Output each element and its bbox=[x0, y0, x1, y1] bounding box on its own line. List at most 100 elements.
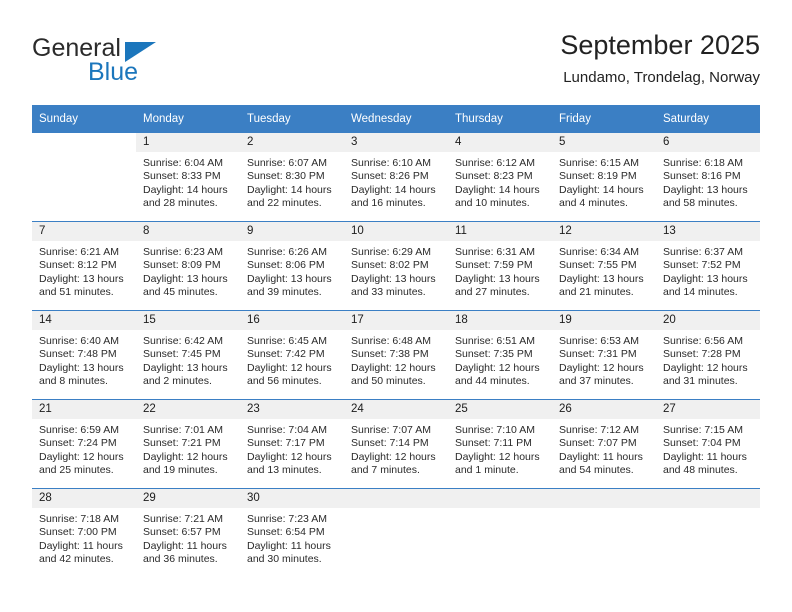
day-number: 23 bbox=[240, 400, 344, 419]
day-sun-info: Sunrise: 6:48 AM Sunset: 7:38 PM Daylight:… bbox=[344, 330, 448, 389]
calendar-day-cell[interactable]: 13 Sunrise: 6:37 AM Sunset: 7:52 PM Dayligh… bbox=[656, 222, 760, 310]
day-sun-info: Sunrise: 6:15 AM Sunset: 8:19 PM Daylight:… bbox=[552, 152, 656, 211]
sunrise-text: Sunrise: 6:21 AM bbox=[39, 246, 119, 258]
daylight-text-line1: Daylight: 12 hours bbox=[247, 361, 332, 374]
calendar-week-row: 21 Sunrise: 6:59 AM Sunset: 7:24 PM Dayligh… bbox=[32, 399, 760, 489]
day-number: 8 bbox=[136, 222, 240, 241]
calendar-day-cell[interactable]: 2 Sunrise: 6:07 AM Sunset: 8:30 PM Daylight… bbox=[240, 133, 344, 221]
calendar-day-cell[interactable]: 30 Sunrise: 7:23 AM Sunset: 6:54 PM Dayligh… bbox=[240, 489, 344, 577]
sunset-text: Sunset: 7:00 PM bbox=[39, 526, 117, 539]
calendar-day-cell[interactable]: 27 Sunrise: 7:15 AM Sunset: 7:04 PM Dayligh… bbox=[656, 400, 760, 488]
weekday-header-thursday: Thursday bbox=[448, 105, 552, 133]
calendar-day-cell[interactable]: 26 Sunrise: 7:12 AM Sunset: 7:07 PM Dayligh… bbox=[552, 400, 656, 488]
day-sun-info: Sunrise: 7:21 AM Sunset: 6:57 PM Daylight:… bbox=[136, 508, 240, 567]
daylight-text-line2: and 1 minute. bbox=[455, 464, 519, 477]
sunset-text: Sunset: 6:54 PM bbox=[247, 526, 325, 539]
daylight-text-line2: and 30 minutes. bbox=[247, 553, 322, 566]
calendar-day-cell[interactable]: 29 Sunrise: 7:21 AM Sunset: 6:57 PM Dayligh… bbox=[136, 489, 240, 577]
daylight-text-line2: and 25 minutes. bbox=[39, 464, 114, 477]
calendar-day-cell[interactable]: 3 Sunrise: 6:10 AM Sunset: 8:26 PM Daylight… bbox=[344, 133, 448, 221]
calendar-day-cell[interactable]: 8 Sunrise: 6:23 AM Sunset: 8:09 PM Daylight… bbox=[136, 222, 240, 310]
calendar-day-cell[interactable]: 9 Sunrise: 6:26 AM Sunset: 8:06 PM Daylight… bbox=[240, 222, 344, 310]
calendar-day-cell[interactable]: 18 Sunrise: 6:51 AM Sunset: 7:35 PM Dayligh… bbox=[448, 311, 552, 399]
daylight-text-line2: and 31 minutes. bbox=[663, 375, 738, 388]
day-number bbox=[344, 489, 448, 508]
calendar-day-cell[interactable]: 25 Sunrise: 7:10 AM Sunset: 7:11 PM Dayligh… bbox=[448, 400, 552, 488]
title-block: September 2025 Lundamo, Trondelag, Norwa… bbox=[560, 28, 760, 89]
day-number bbox=[32, 133, 136, 152]
daylight-text-line2: and 19 minutes. bbox=[143, 464, 218, 477]
sunrise-text: Sunrise: 6:15 AM bbox=[559, 157, 639, 169]
calendar-day-cell[interactable]: 24 Sunrise: 7:07 AM Sunset: 7:14 PM Dayligh… bbox=[344, 400, 448, 488]
calendar-day-cell[interactable]: 12 Sunrise: 6:34 AM Sunset: 7:55 PM Dayligh… bbox=[552, 222, 656, 310]
day-number: 3 bbox=[344, 133, 448, 152]
day-number: 20 bbox=[656, 311, 760, 330]
daylight-text-line2: and 51 minutes. bbox=[39, 286, 114, 299]
calendar-day-cell[interactable]: 1 Sunrise: 6:04 AM Sunset: 8:33 PM Daylight… bbox=[136, 133, 240, 221]
sunset-text: Sunset: 7:35 PM bbox=[455, 348, 533, 361]
calendar-empty-cell bbox=[344, 489, 448, 577]
calendar-day-cell[interactable]: 15 Sunrise: 6:42 AM Sunset: 7:45 PM Dayligh… bbox=[136, 311, 240, 399]
calendar-empty-cell bbox=[552, 489, 656, 577]
sunset-text: Sunset: 7:31 PM bbox=[559, 348, 637, 361]
daylight-text-line1: Daylight: 11 hours bbox=[247, 539, 331, 552]
calendar-day-cell[interactable]: 19 Sunrise: 6:53 AM Sunset: 7:31 PM Dayligh… bbox=[552, 311, 656, 399]
daylight-text-line1: Daylight: 13 hours bbox=[39, 361, 124, 374]
daylight-text-line2: and 58 minutes. bbox=[663, 197, 738, 210]
day-sun-info: Sunrise: 6:45 AM Sunset: 7:42 PM Daylight:… bbox=[240, 330, 344, 389]
calendar-day-cell[interactable]: 17 Sunrise: 6:48 AM Sunset: 7:38 PM Dayligh… bbox=[344, 311, 448, 399]
day-number: 2 bbox=[240, 133, 344, 152]
day-sun-info: Sunrise: 6:26 AM Sunset: 8:06 PM Daylight:… bbox=[240, 241, 344, 300]
day-number: 1 bbox=[136, 133, 240, 152]
daylight-text-line1: Daylight: 12 hours bbox=[247, 450, 332, 463]
calendar-day-cell[interactable]: 21 Sunrise: 6:59 AM Sunset: 7:24 PM Dayligh… bbox=[32, 400, 136, 488]
calendar-day-cell[interactable]: 4 Sunrise: 6:12 AM Sunset: 8:23 PM Daylight… bbox=[448, 133, 552, 221]
daylight-text-line2: and 33 minutes. bbox=[351, 286, 426, 299]
calendar-day-cell[interactable]: 28 Sunrise: 7:18 AM Sunset: 7:00 PM Dayligh… bbox=[32, 489, 136, 577]
daylight-text-line1: Daylight: 14 hours bbox=[247, 183, 332, 196]
daylight-text-line2: and 22 minutes. bbox=[247, 197, 322, 210]
day-sun-info: Sunrise: 7:18 AM Sunset: 7:00 PM Daylight:… bbox=[32, 508, 136, 567]
page-subtitle: Lundamo, Trondelag, Norway bbox=[563, 69, 760, 86]
calendar-body: 1 Sunrise: 6:04 AM Sunset: 8:33 PM Daylight… bbox=[32, 133, 760, 577]
calendar-week-row: 14 Sunrise: 6:40 AM Sunset: 7:48 PM Dayligh… bbox=[32, 310, 760, 400]
sunrise-text: Sunrise: 6:31 AM bbox=[455, 246, 535, 258]
daylight-text-line1: Daylight: 13 hours bbox=[143, 272, 228, 285]
calendar-day-cell[interactable]: 6 Sunrise: 6:18 AM Sunset: 8:16 PM Daylight… bbox=[656, 133, 760, 221]
daylight-text-line1: Daylight: 12 hours bbox=[559, 361, 644, 374]
day-number: 4 bbox=[448, 133, 552, 152]
day-sun-info: Sunrise: 7:15 AM Sunset: 7:04 PM Daylight:… bbox=[656, 419, 760, 478]
sunset-text: Sunset: 7:45 PM bbox=[143, 348, 221, 361]
sunrise-text: Sunrise: 7:04 AM bbox=[247, 424, 327, 436]
daylight-text-line2: and 14 minutes. bbox=[663, 286, 738, 299]
calendar-day-cell[interactable]: 23 Sunrise: 7:04 AM Sunset: 7:17 PM Dayligh… bbox=[240, 400, 344, 488]
sunrise-text: Sunrise: 6:04 AM bbox=[143, 157, 223, 169]
sunset-text: Sunset: 7:21 PM bbox=[143, 437, 221, 450]
page-title: September 2025 bbox=[560, 30, 760, 60]
calendar-day-cell[interactable]: 11 Sunrise: 6:31 AM Sunset: 7:59 PM Dayligh… bbox=[448, 222, 552, 310]
day-number: 28 bbox=[32, 489, 136, 508]
calendar-day-cell[interactable]: 20 Sunrise: 6:56 AM Sunset: 7:28 PM Dayligh… bbox=[656, 311, 760, 399]
calendar-empty-cell bbox=[656, 489, 760, 577]
calendar-day-cell[interactable]: 7 Sunrise: 6:21 AM Sunset: 8:12 PM Daylight… bbox=[32, 222, 136, 310]
day-number: 19 bbox=[552, 311, 656, 330]
calendar-day-cell[interactable]: 16 Sunrise: 6:45 AM Sunset: 7:42 PM Dayligh… bbox=[240, 311, 344, 399]
calendar-day-cell[interactable]: 5 Sunrise: 6:15 AM Sunset: 8:19 PM Daylight… bbox=[552, 133, 656, 221]
day-number: 16 bbox=[240, 311, 344, 330]
brand-logo[interactable]: General Blue bbox=[32, 34, 272, 92]
calendar-day-cell[interactable]: 22 Sunrise: 7:01 AM Sunset: 7:21 PM Dayligh… bbox=[136, 400, 240, 488]
calendar-day-cell[interactable]: 14 Sunrise: 6:40 AM Sunset: 7:48 PM Dayligh… bbox=[32, 311, 136, 399]
day-sun-info: Sunrise: 6:04 AM Sunset: 8:33 PM Daylight:… bbox=[136, 152, 240, 211]
sunset-text: Sunset: 8:30 PM bbox=[247, 170, 325, 183]
day-sun-info: Sunrise: 6:59 AM Sunset: 7:24 PM Daylight:… bbox=[32, 419, 136, 478]
calendar-day-cell[interactable]: 10 Sunrise: 6:29 AM Sunset: 8:02 PM Dayligh… bbox=[344, 222, 448, 310]
daylight-text-line2: and 37 minutes. bbox=[559, 375, 634, 388]
sunrise-text: Sunrise: 7:07 AM bbox=[351, 424, 431, 436]
sunset-text: Sunset: 7:55 PM bbox=[559, 259, 637, 272]
day-sun-info: Sunrise: 7:01 AM Sunset: 7:21 PM Daylight:… bbox=[136, 419, 240, 478]
day-sun-info: Sunrise: 6:53 AM Sunset: 7:31 PM Daylight:… bbox=[552, 330, 656, 389]
day-number: 9 bbox=[240, 222, 344, 241]
sunset-text: Sunset: 8:23 PM bbox=[455, 170, 533, 183]
daylight-text-line2: and 50 minutes. bbox=[351, 375, 426, 388]
calendar-week-row: 7 Sunrise: 6:21 AM Sunset: 8:12 PM Daylight… bbox=[32, 221, 760, 311]
